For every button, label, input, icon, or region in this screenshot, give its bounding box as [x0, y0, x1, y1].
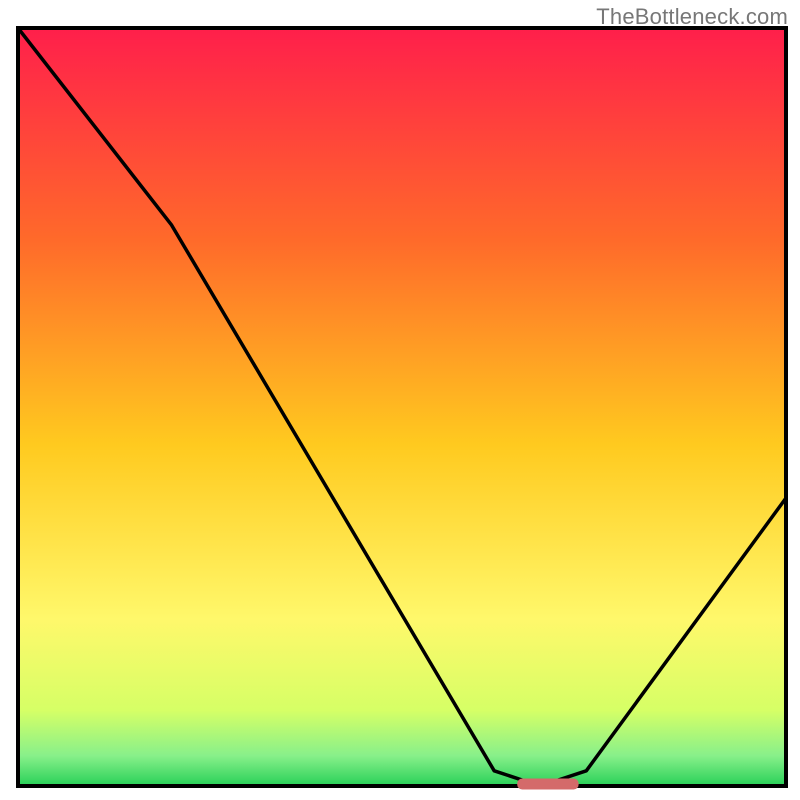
plot-background	[18, 28, 786, 786]
chart-canvas	[0, 0, 800, 800]
watermark-text: TheBottleneck.com	[596, 4, 788, 30]
optimal-marker	[517, 779, 578, 790]
bottleneck-chart: TheBottleneck.com	[0, 0, 800, 800]
